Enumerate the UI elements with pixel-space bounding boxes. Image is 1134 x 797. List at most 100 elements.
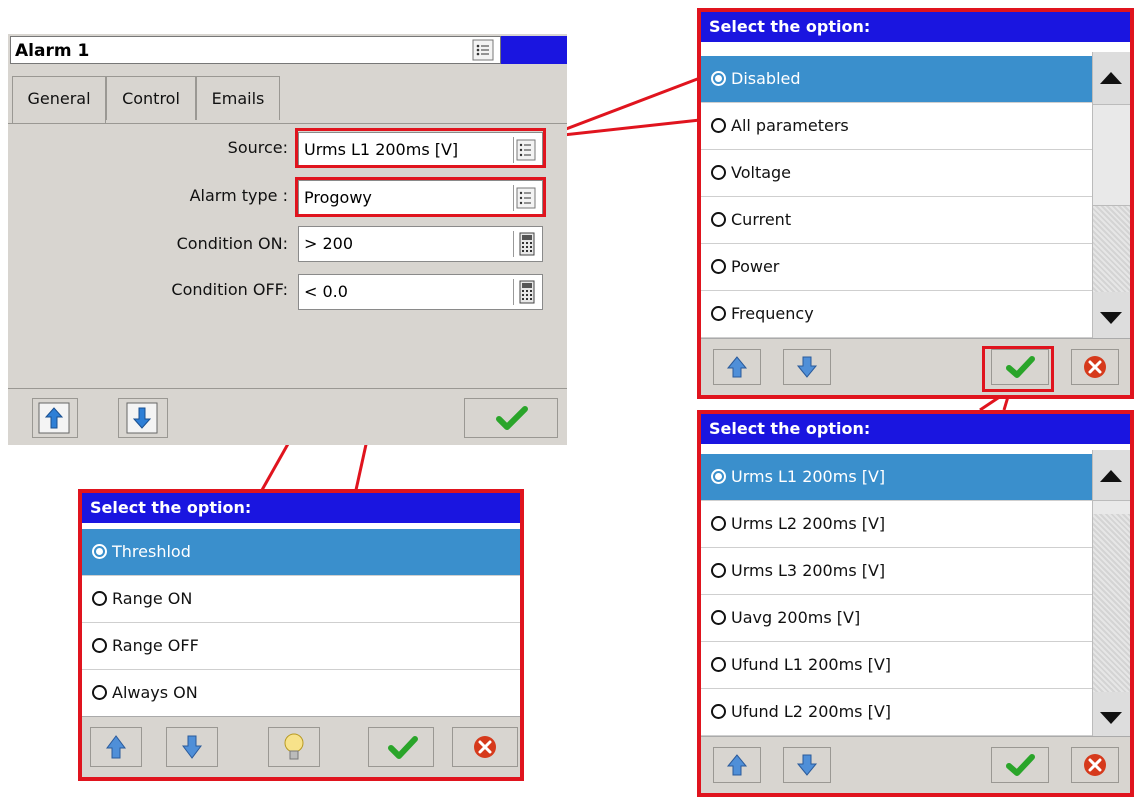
option-frequency[interactable]: Frequency xyxy=(701,291,1096,338)
scroll-track[interactable] xyxy=(1093,206,1130,292)
radio-selected-icon xyxy=(711,469,726,484)
dialog-title: Select the option: xyxy=(82,493,520,523)
option-uavg[interactable]: Uavg 200ms [V] xyxy=(701,595,1096,642)
checkmark-icon xyxy=(496,406,528,430)
option-label: All parameters xyxy=(731,116,849,135)
move-up-button[interactable] xyxy=(32,398,78,438)
move-down-button[interactable] xyxy=(783,349,831,385)
option-label: Urms L2 200ms [V] xyxy=(731,514,886,533)
source-category-dialog: Select the option: Disabled All paramete… xyxy=(697,8,1134,399)
move-down-button[interactable] xyxy=(118,398,168,438)
window-title: Alarm 1 xyxy=(15,41,90,61)
option-label: Always ON xyxy=(112,683,198,702)
alarm-settings-window: Alarm 1 General Control Emails Source: U… xyxy=(8,34,567,445)
scrollbar[interactable] xyxy=(1092,450,1130,742)
arrow-up-icon xyxy=(726,754,748,776)
option-label: Disabled xyxy=(731,69,801,88)
option-all-parameters[interactable]: All parameters xyxy=(701,103,1096,150)
option-ufund-l2[interactable]: Ufund L2 200ms [V] xyxy=(701,689,1096,736)
tab-general[interactable]: General xyxy=(12,76,106,124)
option-label: Urms L1 200ms [V] xyxy=(731,467,886,486)
scroll-track[interactable] xyxy=(1093,514,1130,692)
scroll-down-icon[interactable] xyxy=(1093,292,1130,342)
arrow-down-icon xyxy=(182,735,202,759)
option-label: Power xyxy=(731,257,780,276)
calculator-icon[interactable] xyxy=(513,279,538,305)
confirm-button[interactable] xyxy=(464,398,558,438)
tab-divider xyxy=(8,123,567,124)
checkmark-icon xyxy=(1006,754,1035,776)
condition-off-input[interactable]: < 0.0 xyxy=(298,274,543,310)
tab-control[interactable]: Control xyxy=(106,76,196,120)
scroll-thumb[interactable] xyxy=(1093,104,1130,206)
arrow-up-icon xyxy=(726,356,748,378)
alarm-type-highlight xyxy=(295,177,546,217)
cancel-button[interactable] xyxy=(1071,349,1119,385)
option-threshold[interactable]: Threshlod xyxy=(82,529,520,576)
scroll-down-icon[interactable] xyxy=(1093,692,1130,742)
option-voltage[interactable]: Voltage xyxy=(701,150,1096,197)
radio-selected-icon xyxy=(92,544,107,559)
radio-icon xyxy=(92,685,107,700)
arrow-down-icon xyxy=(796,754,818,776)
close-icon xyxy=(474,736,496,758)
arrow-up-icon xyxy=(106,735,126,759)
option-label: Frequency xyxy=(731,304,814,323)
dialog-footer xyxy=(701,736,1130,793)
option-urms-l1[interactable]: Urms L1 200ms [V] xyxy=(701,454,1096,501)
alarm-type-label: Alarm type : xyxy=(189,186,288,205)
confirm-button[interactable] xyxy=(368,727,434,767)
dialog-title: Select the option: xyxy=(701,12,1130,42)
hint-button[interactable] xyxy=(268,727,320,767)
option-label: Range ON xyxy=(112,589,193,608)
cancel-button[interactable] xyxy=(1071,747,1119,783)
move-down-button[interactable] xyxy=(783,747,831,783)
radio-icon xyxy=(711,118,726,133)
radio-icon xyxy=(92,591,107,606)
tab-emails[interactable]: Emails xyxy=(196,76,280,120)
option-range-off[interactable]: Range OFF xyxy=(82,623,520,670)
radio-icon xyxy=(711,516,726,531)
radio-icon xyxy=(711,306,726,321)
condition-on-input[interactable]: > 200 xyxy=(298,226,543,262)
dialog-footer xyxy=(701,338,1130,395)
option-current[interactable]: Current xyxy=(701,197,1096,244)
option-range-on[interactable]: Range ON xyxy=(82,576,520,623)
tab-label: Control xyxy=(122,89,180,108)
option-urms-l2[interactable]: Urms L2 200ms [V] xyxy=(701,501,1096,548)
option-label: Urms L3 200ms [V] xyxy=(731,561,886,580)
scrollbar[interactable] xyxy=(1092,52,1130,342)
close-icon xyxy=(1084,356,1106,378)
move-down-button[interactable] xyxy=(166,727,218,767)
option-power[interactable]: Power xyxy=(701,244,1096,291)
checkmark-icon xyxy=(388,736,418,759)
cancel-button[interactable] xyxy=(452,727,518,767)
option-label: Range OFF xyxy=(112,636,199,655)
move-up-button[interactable] xyxy=(713,747,761,783)
scroll-up-icon[interactable] xyxy=(1093,52,1130,102)
calculator-icon[interactable] xyxy=(513,231,538,257)
move-up-button[interactable] xyxy=(713,349,761,385)
radio-icon xyxy=(711,212,726,227)
alarm-type-dialog: Select the option: Threshlod Range ON Ra… xyxy=(78,489,524,781)
dialog-footer xyxy=(82,716,520,777)
radio-icon xyxy=(711,657,726,672)
move-up-button[interactable] xyxy=(90,727,142,767)
option-label: Ufund L2 200ms [V] xyxy=(731,702,892,721)
footer-divider xyxy=(8,388,567,389)
arrow-down-icon xyxy=(796,356,818,378)
option-disabled[interactable]: Disabled xyxy=(701,56,1096,103)
option-urms-l3[interactable]: Urms L3 200ms [V] xyxy=(701,548,1096,595)
radio-icon xyxy=(92,638,107,653)
option-always-on[interactable]: Always ON xyxy=(82,670,520,717)
list-icon[interactable] xyxy=(472,39,494,61)
radio-icon xyxy=(711,165,726,180)
option-label: Uavg 200ms [V] xyxy=(731,608,861,627)
close-icon xyxy=(1084,754,1106,776)
option-ufund-l1[interactable]: Ufund L1 200ms [V] xyxy=(701,642,1096,689)
arrow-down-icon xyxy=(126,402,158,434)
tab-label: General xyxy=(27,89,91,108)
scroll-up-icon[interactable] xyxy=(1093,450,1130,500)
confirm-button[interactable] xyxy=(991,747,1049,783)
condition-on-label: Condition ON: xyxy=(176,234,288,253)
